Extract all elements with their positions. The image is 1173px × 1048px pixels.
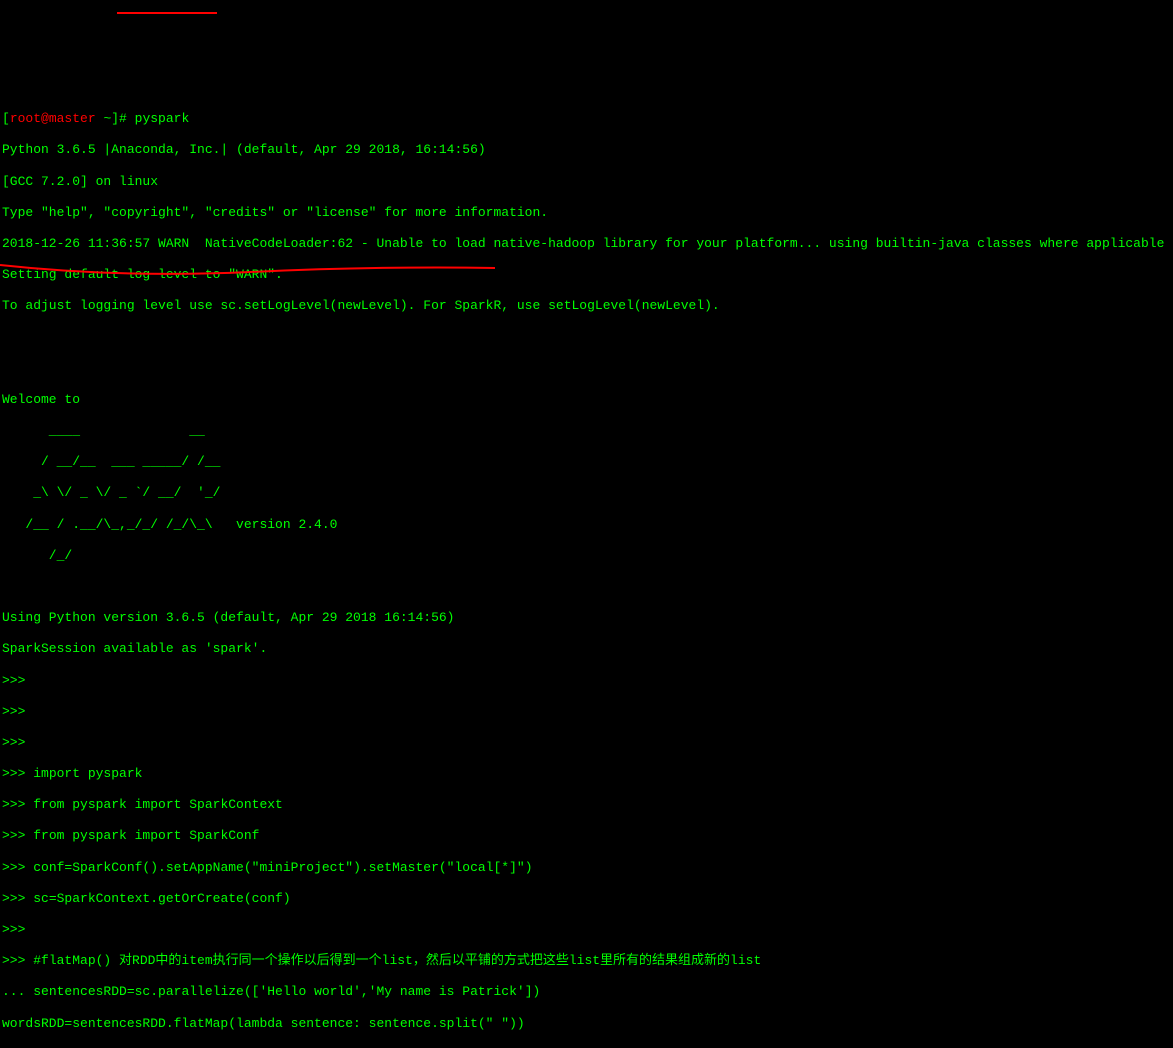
repl-line[interactable]: >>> (2, 673, 1171, 689)
repl-prompt: >>> (2, 828, 33, 843)
output-line: print (wordsRDD.collect()) (2, 1047, 1171, 1048)
adjust-log-line: To adjust logging level use sc.setLogLev… (2, 298, 1171, 314)
repl-cont-prompt: ... (2, 984, 33, 999)
spark-ascii-1: ____ __ (2, 423, 1171, 439)
repl-line[interactable]: >>> sc=SparkContext.getOrCreate(conf) (2, 891, 1171, 907)
using-python-line: Using Python version 3.6.5 (default, Apr… (2, 610, 1171, 626)
command-text: pyspark (135, 111, 190, 126)
repl-line[interactable]: >>> (2, 922, 1171, 938)
gcc-line: [GCC 7.2.0] on linux (2, 174, 1171, 190)
repl-prompt: >>> (2, 735, 33, 750)
blank-line (2, 579, 1171, 595)
repl-line[interactable]: >>> import pyspark (2, 766, 1171, 782)
repl-line-cont[interactable]: ... sentencesRDD=sc.parallelize(['Hello … (2, 984, 1171, 1000)
repl-line[interactable]: >>> conf=SparkConf().setAppName("miniPro… (2, 860, 1171, 876)
terminal-prompt-line[interactable]: [root@master ~]# pyspark (2, 111, 1171, 127)
blank-line (2, 329, 1171, 345)
repl-input: from pyspark import SparkContext (33, 797, 283, 812)
repl-prompt: >>> (2, 704, 33, 719)
repl-prompt: >>> (2, 673, 33, 688)
annotation-underline-1 (117, 12, 217, 14)
repl-prompt: >>> (2, 922, 33, 937)
repl-prompt: >>> (2, 766, 33, 781)
repl-prompt: >>> (2, 891, 33, 906)
repl-input: from pyspark import SparkConf (33, 828, 259, 843)
repl-line[interactable]: >>> (2, 735, 1171, 751)
prompt-user-host: root@master (10, 111, 96, 126)
repl-line[interactable]: >>> (2, 704, 1171, 720)
spark-session-line: SparkSession available as 'spark'. (2, 641, 1171, 657)
help-line: Type "help", "copyright", "credits" or "… (2, 205, 1171, 221)
spark-ascii-2: / __/__ ___ _____/ /__ (2, 454, 1171, 470)
spark-ascii-4: /__ / .__/\_,_/_/ /_/\_\ version 2.4.0 (2, 517, 1171, 533)
repl-line[interactable]: >>> from pyspark import SparkContext (2, 797, 1171, 813)
prompt-bracket-open: [ (2, 111, 10, 126)
spark-ascii-3: _\ \/ _ \/ _ `/ __/ '_/ (2, 485, 1171, 501)
prompt-tilde: ~ (96, 111, 112, 126)
repl-prompt: >>> (2, 860, 33, 875)
repl-input: conf=SparkConf().setAppName("miniProject… (33, 860, 532, 875)
prompt-bracket-close: ]# (111, 111, 134, 126)
python-version-line: Python 3.6.5 |Anaconda, Inc.| (default, … (2, 142, 1171, 158)
repl-line[interactable]: >>> #flatMap() 对RDD中的item执行同一个操作以后得到一个li… (2, 953, 1171, 969)
spark-ascii-5: /_/ (2, 548, 1171, 564)
blank-line (2, 361, 1171, 377)
repl-prompt: >>> (2, 953, 33, 968)
welcome-line: Welcome to (2, 392, 1171, 408)
repl-input: #flatMap() 对RDD中的item执行同一个操作以后得到一个list，然… (33, 953, 761, 968)
repl-input: import pyspark (33, 766, 142, 781)
repl-input: sentencesRDD=sc.parallelize(['Hello worl… (33, 984, 540, 999)
repl-line[interactable]: >>> from pyspark import SparkConf (2, 828, 1171, 844)
repl-input: sc=SparkContext.getOrCreate(conf) (33, 891, 290, 906)
annotation-curve (0, 260, 500, 285)
repl-prompt: >>> (2, 797, 33, 812)
warn-line: 2018-12-26 11:36:57 WARN NativeCodeLoade… (2, 236, 1171, 252)
output-line: wordsRDD=sentencesRDD.flatMap(lambda sen… (2, 1016, 1171, 1032)
